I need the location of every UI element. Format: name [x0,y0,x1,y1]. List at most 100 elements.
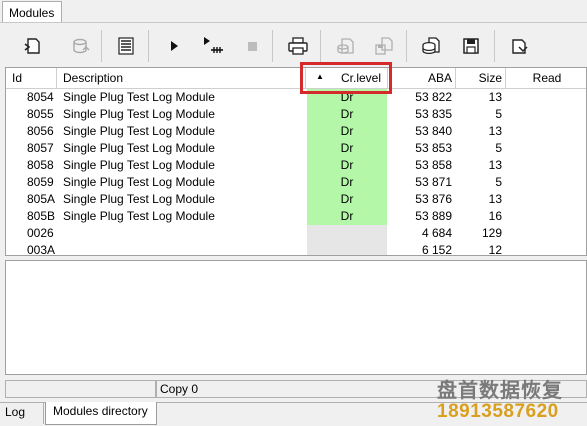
cell-size: 16 [488,209,502,223]
disk-icon [422,37,440,55]
cell-size: 13 [488,192,502,206]
module-save-icon [375,37,393,55]
floppy-save-button[interactable] [457,31,485,61]
cell-cr-level: Dr [340,158,354,172]
cell-description: Single Plug Test Log Module [63,90,215,104]
cell-description: Single Plug Test Log Module [63,124,215,138]
cell-id: 8055 [27,107,54,121]
module-open-icon [337,38,354,54]
cell-size: 13 [488,124,502,138]
cell-description: Single Plug Test Log Module [63,158,215,172]
print-icon [288,37,308,55]
cell-description [63,225,309,242]
table-row[interactable]: 8057 Single Plug Test Log Module Dr 53 853 5 [6,140,586,157]
watermark-company: 盘首数据恢复 [437,380,563,402]
column-header-id-label: Id [12,71,23,85]
cell-aba: 6 152 [421,243,452,256]
cell-cr-level [307,242,387,255]
tab-modules[interactable]: Modules [2,1,62,22]
toolbar-separator [101,30,102,62]
cell-id: 805B [27,209,56,223]
cell-aba: 53 876 [415,192,452,206]
module-save-button[interactable] [370,31,398,61]
toolbar-separator [406,30,407,62]
status-copy-text: Copy 0 [160,382,199,396]
module-read-icon [24,38,40,54]
cell-aba: 53 853 [415,141,452,155]
disk-button[interactable] [417,31,445,61]
cell-cr-level: Dr [340,124,354,138]
cell-size: 5 [495,175,502,189]
list-icon [118,37,134,55]
tab-strip-divider [0,22,587,23]
column-header-size-label: Size [478,71,502,85]
module-read-button[interactable] [19,31,47,61]
cell-description: Single Plug Test Log Module [63,192,215,206]
table-row[interactable]: 805B Single Plug Test Log Module Dr 53 889 1… [6,208,586,225]
floppy-save-icon [463,38,479,54]
toolbar-separator [494,30,495,62]
tab-log[interactable]: Log [0,403,44,424]
cell-aba: 53 858 [415,158,452,172]
column-header-aba[interactable]: ABA [388,68,456,89]
play-button[interactable] [160,31,188,61]
cell-size: 5 [495,107,502,121]
cell-cr-level: Dr [340,192,354,206]
log-panel[interactable] [5,260,587,375]
status-field-empty [5,380,156,398]
column-header-read-label: Read [532,71,562,85]
table-row[interactable]: 8054 Single Plug Test Log Module Dr 53 822 1… [6,89,586,106]
cell-id: 8058 [27,158,54,172]
database-icon [73,38,90,54]
table-row[interactable]: 003A 6 152 12 [6,242,586,256]
table-row[interactable]: 8059 Single Plug Test Log Module Dr 53 871 5 [6,174,586,191]
database-button[interactable] [66,31,94,61]
cell-size: 13 [488,90,502,104]
column-header-aba-label: ABA [427,71,452,85]
module-open-button[interactable] [331,31,359,61]
cell-id: 805A [27,192,56,206]
table-row[interactable]: 805A Single Plug Test Log Module Dr 53 876 1… [6,191,586,208]
column-header-read[interactable]: Read [506,68,586,89]
step-icon [204,37,223,53]
table-row[interactable]: 8055 Single Plug Test Log Module Dr 53 835 5 [6,106,586,123]
column-header-size[interactable]: Size [456,68,506,89]
play-icon [171,41,178,51]
print-button[interactable] [284,31,312,61]
tab-modules-directory-label: Modules directory [53,404,148,418]
cell-cr-level: Dr [340,141,354,155]
toolbar-separator [272,30,273,62]
cell-description: Single Plug Test Log Module [63,175,215,189]
highlight-box [300,62,392,94]
table-row[interactable]: 0026 4 684 129 [6,225,586,242]
cell-aba: 53 871 [415,175,452,189]
cell-description: Single Plug Test Log Module [63,107,215,121]
cell-cr-level: Dr [340,107,354,121]
cell-aba: 4 684 [421,226,452,240]
export-button[interactable] [505,31,533,61]
cell-size: 129 [481,226,502,240]
stop-icon [248,42,257,51]
tab-log-label: Log [5,405,26,419]
column-header-id[interactable]: Id [6,68,57,89]
modules-table[interactable]: Id Description ▲ Cr.level ABA Size Read … [5,67,587,256]
tab-modules-directory[interactable]: Modules directory [45,402,157,425]
table-row[interactable]: 8056 Single Plug Test Log Module Dr 53 840 1… [6,123,586,140]
column-header-description[interactable]: Description [57,68,306,89]
table-row[interactable]: 8058 Single Plug Test Log Module Dr 53 858 1… [6,157,586,174]
cell-size: 13 [488,158,502,172]
cell-id: 8059 [27,175,54,189]
toolbar-separator [320,30,321,62]
cell-description: Single Plug Test Log Module [63,141,215,155]
cell-cr-level: Dr [340,175,354,189]
cell-description: Single Plug Test Log Module [63,209,215,223]
step-button[interactable] [199,31,227,61]
list-button[interactable] [112,31,140,61]
stop-button[interactable] [238,31,266,61]
cell-cr-level: Dr [340,209,354,223]
cell-description [63,242,309,255]
tab-modules-label: Modules [9,6,55,20]
cell-size: 12 [488,243,502,256]
cell-aba: 53 822 [415,90,452,104]
cell-aba: 53 835 [415,107,452,121]
